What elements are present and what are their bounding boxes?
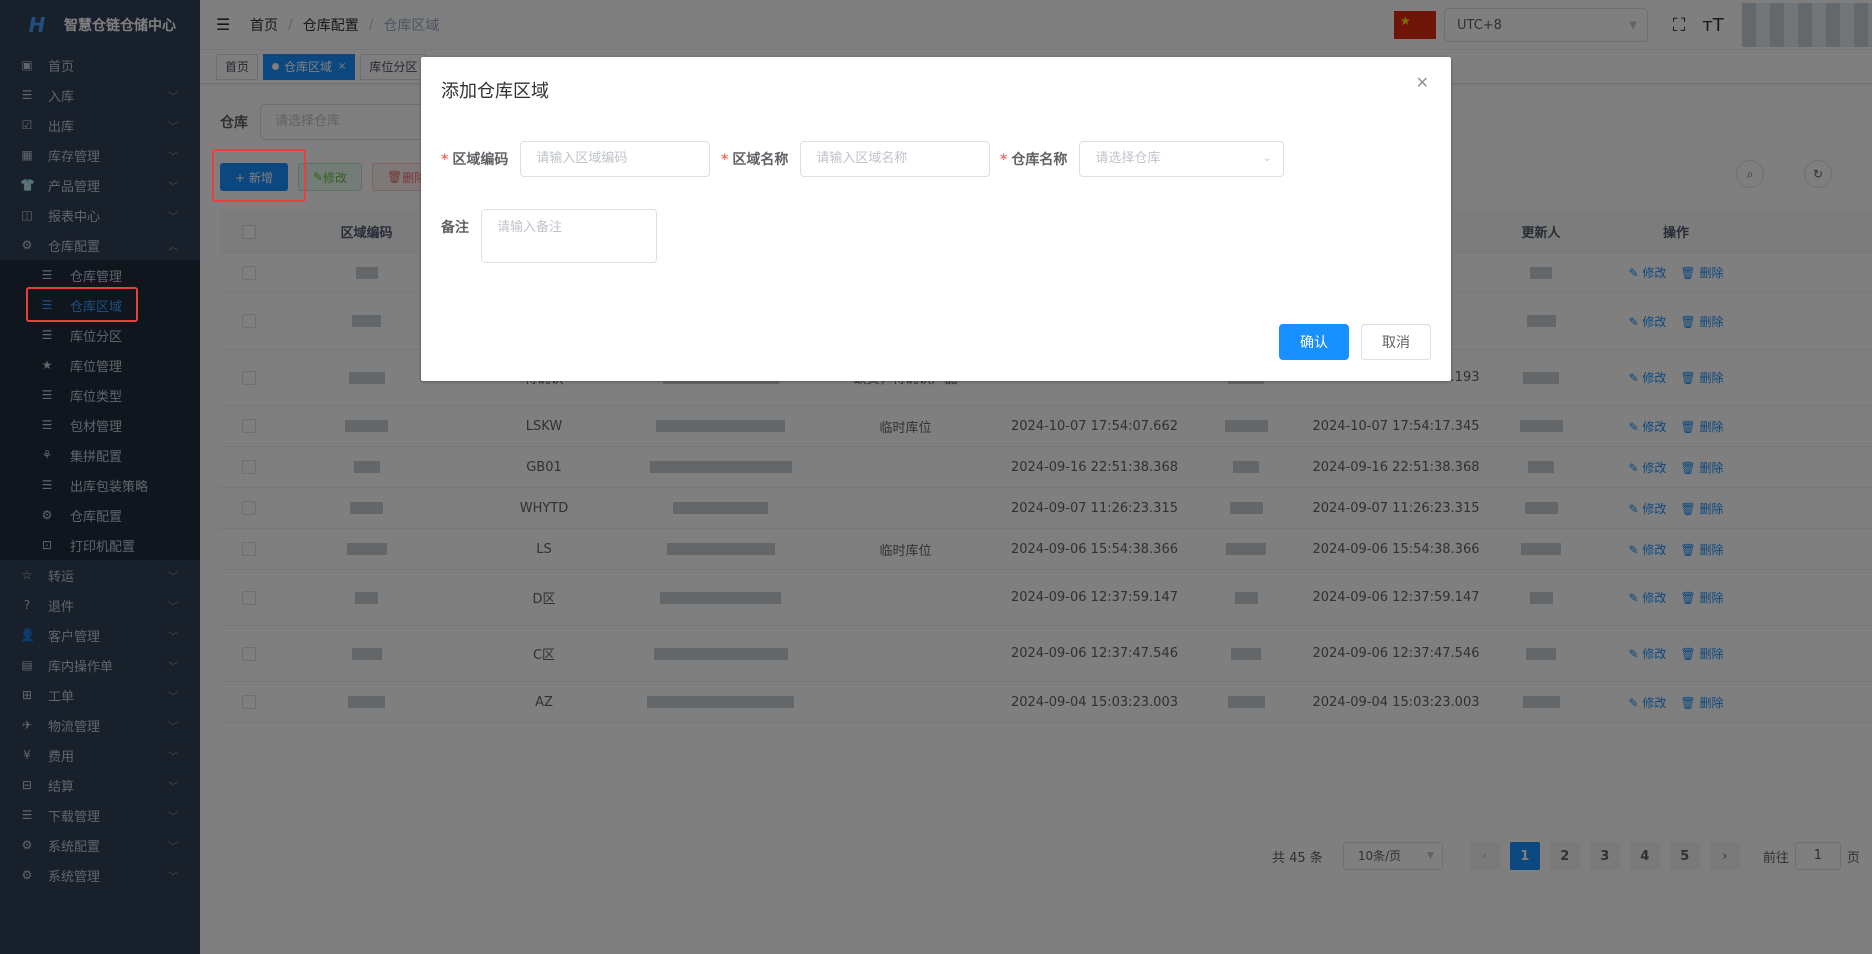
close-icon[interactable]: ✕ bbox=[1416, 73, 1429, 92]
area-name-input[interactable]: 请输入区域名称 bbox=[800, 141, 991, 177]
area-code-input[interactable]: 请输入区域编码 bbox=[520, 141, 711, 177]
remark-textarea[interactable]: 请输入备注 bbox=[481, 209, 657, 263]
add-area-dialog: 添加仓库区域 ✕ * 区域编码 请输入区域编码 * 区域名称 请输入区域名称 * 仓库… bbox=[421, 57, 1451, 381]
add-button-highlight-box bbox=[212, 149, 306, 202]
required-mark: * bbox=[721, 152, 729, 168]
warehouse-select-placeholder: 请选择仓库 bbox=[1095, 151, 1161, 166]
area-name-label: * 区域名称 bbox=[721, 149, 788, 169]
area-name-label-text: 区域名称 bbox=[732, 152, 789, 168]
sidebar-highlight-box bbox=[26, 287, 138, 322]
dialog-footer: 确认 取消 bbox=[1267, 324, 1431, 360]
area-code-label-text: 区域编码 bbox=[452, 152, 509, 168]
dialog-title: 添加仓库区域 bbox=[441, 81, 549, 102]
required-mark: * bbox=[441, 152, 449, 168]
confirm-button[interactable]: 确认 bbox=[1279, 324, 1349, 360]
form-field-remark: 备注 请输入备注 bbox=[441, 209, 657, 263]
warehouse-name-label: * 仓库名称 bbox=[1000, 149, 1067, 169]
remark-label: 备注 bbox=[441, 220, 469, 236]
form-field-warehouse: * 仓库名称 请选择仓库 ⌄ bbox=[1000, 141, 1285, 177]
warehouse-select[interactable]: 请选择仓库 ⌄ bbox=[1079, 141, 1285, 177]
required-mark: * bbox=[1000, 152, 1008, 168]
form-field-area-name: * 区域名称 请输入区域名称 bbox=[721, 141, 991, 177]
form-field-area-code: * 区域编码 请输入区域编码 bbox=[441, 141, 711, 177]
warehouse-name-label-text: 仓库名称 bbox=[1011, 152, 1068, 168]
area-code-label: * 区域编码 bbox=[441, 149, 508, 169]
cancel-button[interactable]: 取消 bbox=[1361, 324, 1431, 360]
chevron-down-icon: ⌄ bbox=[1262, 153, 1272, 164]
